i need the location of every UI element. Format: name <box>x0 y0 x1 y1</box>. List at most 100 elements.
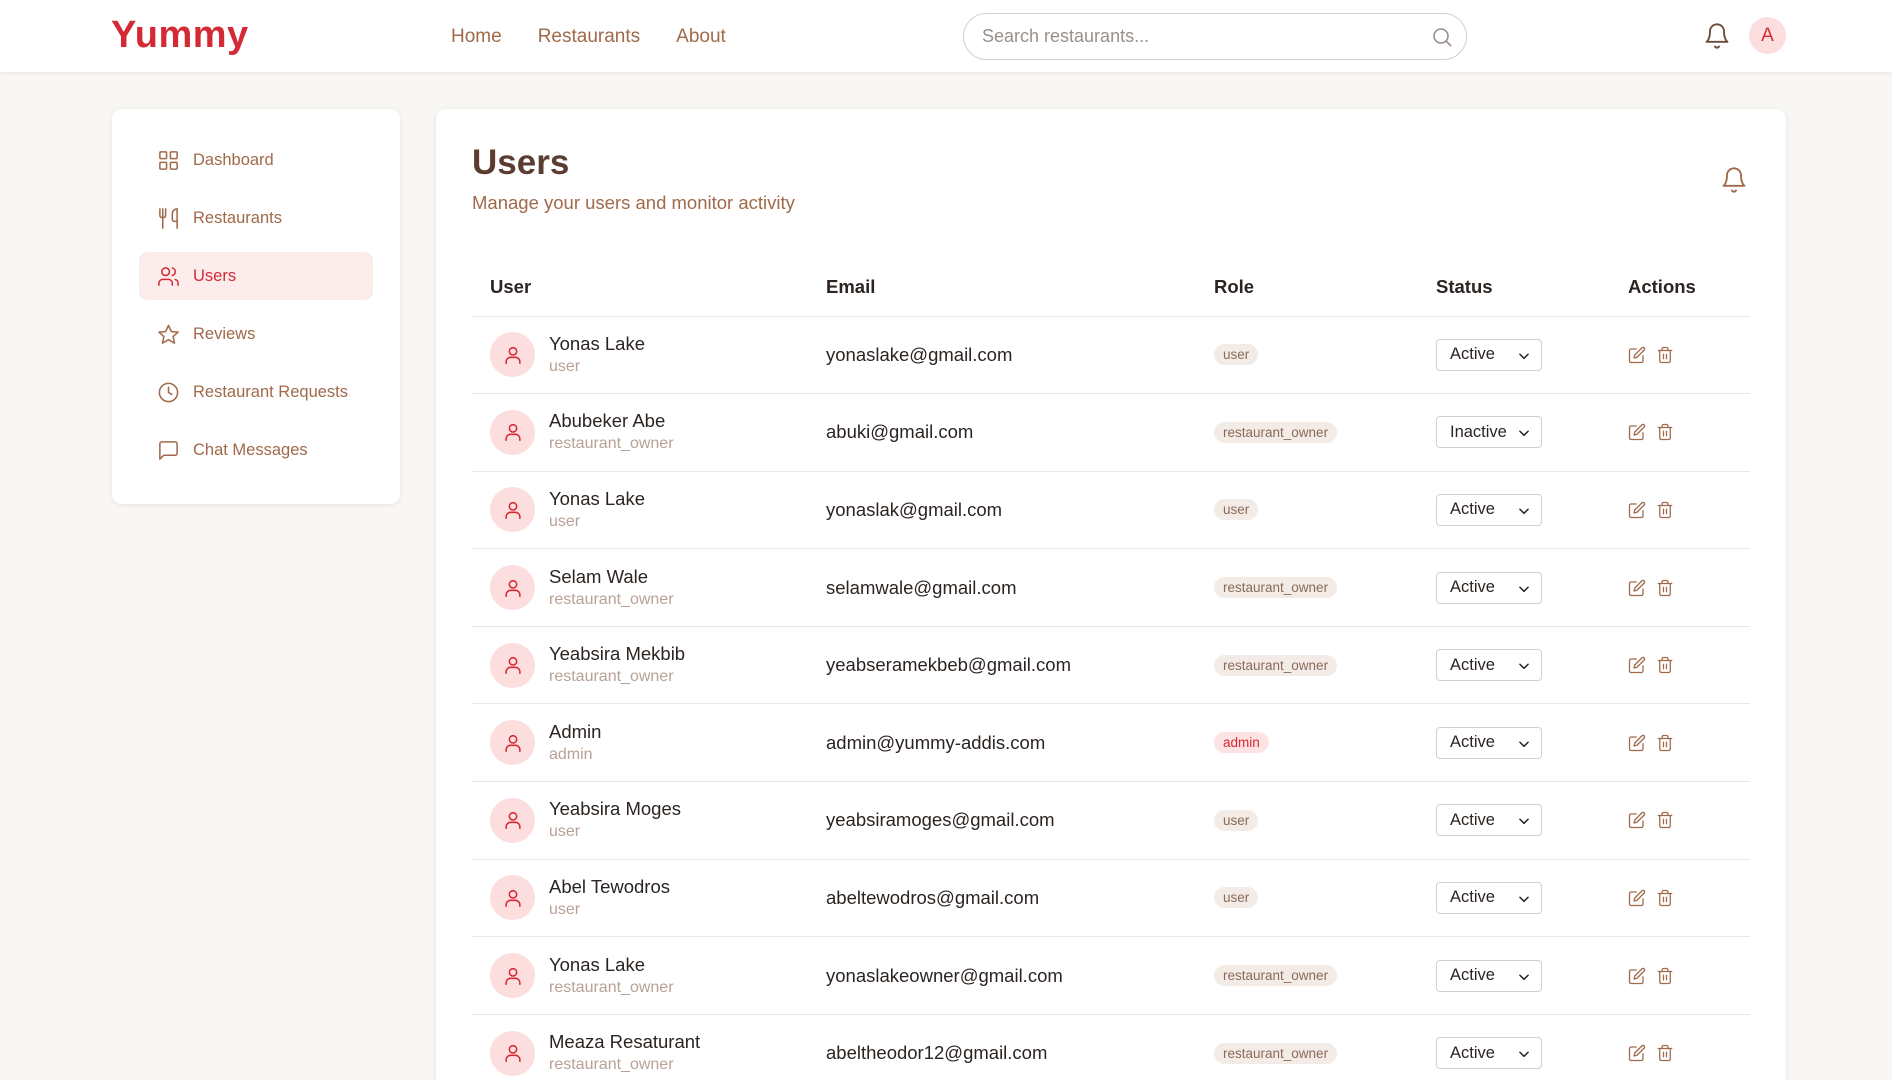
main-nav: Home Restaurants About <box>451 26 726 48</box>
row-actions <box>1628 423 1750 441</box>
edit-icon[interactable] <box>1628 811 1646 829</box>
status-value: Active <box>1450 810 1495 829</box>
logo[interactable]: Yummy <box>111 14 249 57</box>
sidebar-item-reviews[interactable]: Reviews <box>139 310 373 358</box>
edit-icon[interactable] <box>1628 346 1646 364</box>
status-select[interactable]: Active <box>1436 493 1542 526</box>
sidebar-item-label: Restaurant Requests <box>193 382 349 401</box>
user-icon <box>504 501 521 520</box>
user-icon <box>504 1045 521 1063</box>
email-cell: abeltewodros@gmail.com <box>808 859 1196 938</box>
delete-icon[interactable] <box>1656 346 1674 364</box>
status-cell: Active <box>1418 316 1610 395</box>
chevron-down-icon <box>1519 663 1529 670</box>
role-cell: restaurant_owner <box>1196 548 1418 627</box>
top-header: Yummy Home Restaurants About A <box>0 0 1892 72</box>
user-info: Admin admin <box>490 720 808 766</box>
delete-icon[interactable] <box>1656 423 1674 441</box>
nav-about[interactable]: About <box>676 26 726 48</box>
email-cell: yonaslak@gmail.com <box>808 471 1196 550</box>
user-avatar <box>490 720 535 766</box>
user-icon <box>504 579 521 597</box>
user-icon <box>504 734 521 752</box>
delete-icon[interactable] <box>1656 967 1674 985</box>
notification-bell-icon[interactable] <box>1703 22 1731 50</box>
user-info: Selam Wale restaurant_owner <box>490 565 808 611</box>
user-role-subtext: user <box>549 823 581 841</box>
user-icon <box>504 657 521 675</box>
nav-home[interactable]: Home <box>451 26 502 48</box>
edit-icon[interactable] <box>1628 423 1646 441</box>
search-input[interactable] <box>982 23 1412 50</box>
table-row: Admin admin admin@yummy-addis.com admin Acti… <box>472 703 1750 783</box>
notification-bell-icon[interactable] <box>1720 166 1748 194</box>
status-select[interactable]: Active <box>1436 338 1542 371</box>
status-select[interactable]: Active <box>1436 804 1542 837</box>
edit-icon[interactable] <box>1628 734 1646 752</box>
nav-restaurants[interactable]: Restaurants <box>538 26 640 48</box>
status-select[interactable]: Inactive <box>1436 416 1542 449</box>
sidebar-item-users[interactable]: Users <box>139 252 373 300</box>
edit-icon[interactable] <box>1628 889 1646 907</box>
delete-icon[interactable] <box>1656 656 1674 674</box>
email-cell: admin@yummy-addis.com <box>808 703 1196 783</box>
row-actions <box>1628 889 1750 907</box>
chat-bubble-icon <box>159 440 178 460</box>
sidebar-item-label: Users <box>193 266 237 285</box>
user-avatar[interactable]: A <box>1749 17 1786 54</box>
delete-icon[interactable] <box>1656 734 1674 752</box>
user-icon <box>504 346 521 364</box>
delete-icon[interactable] <box>1656 579 1674 597</box>
status-select[interactable]: Active <box>1436 571 1542 604</box>
sidebar-item-dashboard[interactable]: Dashboard <box>139 136 373 184</box>
user-cell: Meaza Resaturant restaurant_owner <box>472 1014 808 1080</box>
role-badge: user <box>1214 499 1259 521</box>
delete-icon[interactable] <box>1656 811 1674 829</box>
search-icon[interactable] <box>1430 25 1454 49</box>
row-actions <box>1628 967 1750 985</box>
user-info: Yeabsira Mekbib restaurant_owner <box>490 642 808 688</box>
chevron-down-icon <box>1519 818 1529 825</box>
edit-icon[interactable] <box>1628 579 1646 597</box>
user-info: Meaza Resaturant restaurant_owner <box>490 1030 808 1076</box>
email-cell: abuki@gmail.com <box>808 393 1196 472</box>
user-email: yonaslake@gmail.com <box>826 343 1013 365</box>
user-avatar <box>490 565 535 611</box>
user-avatar <box>490 332 535 378</box>
actions-cell <box>1610 1014 1750 1080</box>
user-info: Abel Tewodros user <box>490 875 808 921</box>
status-value: Active <box>1450 655 1495 674</box>
delete-icon[interactable] <box>1656 889 1674 907</box>
table-row: Meaza Resaturant restaurant_owner abeltheo… <box>472 1014 1750 1080</box>
delete-icon[interactable] <box>1656 1044 1674 1062</box>
edit-icon[interactable] <box>1628 501 1646 519</box>
user-name: Meaza Resaturant <box>549 1031 701 1053</box>
sidebar-item-chat-messages[interactable]: Chat Messages <box>139 426 373 474</box>
user-name: Yonas Lake <box>549 953 646 975</box>
role-cell: user <box>1196 316 1418 395</box>
sidebar-item-restaurant-requests[interactable]: Restaurant Requests <box>139 368 373 416</box>
user-avatar <box>490 409 535 455</box>
status-select[interactable]: Active <box>1436 959 1542 992</box>
actions-cell <box>1610 393 1750 472</box>
edit-icon[interactable] <box>1628 1044 1646 1062</box>
status-select[interactable]: Active <box>1436 726 1542 759</box>
edit-icon[interactable] <box>1628 656 1646 674</box>
status-cell: Active <box>1418 781 1610 860</box>
table-row: Selam Wale restaurant_owner selamwale@gmai… <box>472 548 1750 627</box>
user-name: Yonas Lake <box>549 487 646 509</box>
clock-icon <box>158 382 179 402</box>
delete-icon[interactable] <box>1656 501 1674 519</box>
edit-icon[interactable] <box>1628 967 1646 985</box>
sidebar-item-restaurants[interactable]: Restaurants <box>139 194 373 242</box>
user-name: Selam Wale <box>549 565 649 587</box>
status-select[interactable]: Active <box>1436 1037 1542 1070</box>
actions-cell <box>1610 859 1750 938</box>
dashboard-grid-icon <box>159 150 178 170</box>
status-cell: Active <box>1418 1014 1610 1080</box>
status-value: Active <box>1450 345 1495 364</box>
user-icon <box>504 424 521 442</box>
status-select[interactable]: Active <box>1436 649 1542 682</box>
status-select[interactable]: Active <box>1436 881 1542 914</box>
email-cell: yonaslake@gmail.com <box>808 316 1196 395</box>
